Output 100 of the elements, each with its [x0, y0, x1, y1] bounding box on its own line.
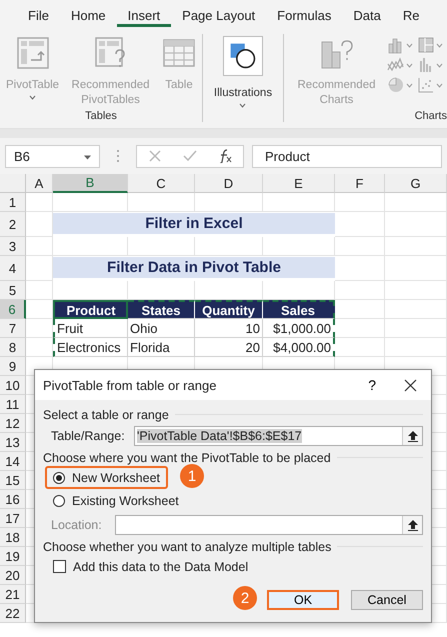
column-header[interactable]: A: [26, 174, 53, 193]
sheet-cell[interactable]: [385, 281, 447, 300]
sheet-cell[interactable]: [53, 237, 128, 256]
sheet-cell[interactable]: [335, 256, 385, 281]
help-button[interactable]: ?: [366, 377, 378, 393]
sheet-cell[interactable]: [263, 237, 335, 256]
ribbon-tab[interactable]: File: [17, 0, 60, 30]
sheet-cell[interactable]: [53, 193, 128, 212]
column-heading: Sales: [263, 300, 335, 319]
sheet-cell[interactable]: [385, 193, 447, 212]
column-heading: States: [128, 300, 195, 319]
sheet-cell[interactable]: [335, 281, 385, 300]
row-header[interactable]: 14: [0, 452, 26, 471]
sheet-cell[interactable]: [195, 193, 263, 212]
row-header[interactable]: 16: [0, 490, 26, 509]
sheet-cell[interactable]: [26, 193, 53, 212]
sheet-cell[interactable]: [26, 338, 53, 357]
sheet-cell[interactable]: [335, 212, 385, 237]
select-all-corner[interactable]: [0, 174, 26, 193]
checkbox[interactable]: [53, 560, 66, 573]
radio-button[interactable]: [53, 494, 65, 506]
row-header[interactable]: 15: [0, 471, 26, 490]
ribbon-tab[interactable]: Re: [392, 0, 430, 30]
row-header[interactable]: 11: [0, 395, 26, 414]
sheet-cell[interactable]: [26, 319, 53, 338]
column-header[interactable]: D: [195, 174, 263, 193]
row-header[interactable]: 21: [0, 585, 26, 604]
collapse-button[interactable]: [402, 516, 422, 534]
column-header[interactable]: C: [128, 174, 195, 193]
row-header[interactable]: 5: [0, 281, 26, 300]
table-cell: $4,000.00: [263, 338, 335, 357]
field-label: Location:: [51, 518, 103, 532]
close-icon[interactable]: [404, 378, 417, 392]
scatter-chart-icon: [417, 76, 443, 94]
checkbox-label[interactable]: Add this data to the Data Model: [73, 560, 248, 574]
grip-icon: [116, 149, 120, 163]
option-label[interactable]: New Worksheet: [72, 470, 160, 484]
dialog-button[interactable]: OK: [267, 590, 339, 610]
row-header[interactable]: 10: [0, 376, 26, 395]
row-header[interactable]: 4: [0, 256, 26, 281]
table-cell: Florida: [128, 338, 195, 357]
row-header[interactable]: 7: [0, 319, 26, 338]
ribbon-button[interactable]: Illustrations: [212, 34, 274, 110]
row-header[interactable]: 6: [0, 300, 26, 319]
option-label[interactable]: Existing Worksheet: [72, 494, 179, 508]
formula-field[interactable]: Product: [252, 144, 442, 168]
sheet-cell[interactable]: [335, 193, 385, 212]
ribbon-tab[interactable]: Formulas: [266, 0, 342, 30]
row-header[interactable]: 2: [0, 212, 26, 237]
sheet-cell[interactable]: [335, 338, 385, 357]
step-number: 2: [233, 586, 257, 610]
location-field[interactable]: [115, 515, 423, 535]
sheet-cell[interactable]: [195, 237, 263, 256]
upload-icon: [408, 430, 418, 442]
cancel-icon: [148, 149, 162, 163]
ribbon-tab[interactable]: Insert: [116, 0, 172, 30]
ribbon-tab[interactable]: Data: [342, 0, 392, 30]
row-header[interactable]: 20: [0, 566, 26, 585]
sheet-cell[interactable]: [335, 319, 385, 338]
ribbon-tab[interactable]: Home: [60, 0, 117, 30]
sheet-cell[interactable]: [385, 256, 447, 281]
column-chart-icon: [387, 36, 413, 54]
ribbon-tab[interactable]: Page Layout: [171, 0, 266, 30]
row-header[interactable]: 19: [0, 547, 26, 566]
shapes-icon: [222, 36, 263, 76]
dialog-title: PivotTable from table or range: [43, 378, 218, 392]
table-cell: 20: [195, 338, 263, 357]
row-header[interactable]: 13: [0, 433, 26, 452]
sheet-cell[interactable]: [385, 237, 447, 256]
collapse-button[interactable]: [402, 427, 422, 445]
sheet-cell[interactable]: [26, 281, 53, 300]
sheet-cell[interactable]: [263, 193, 335, 212]
row-header[interactable]: 22: [0, 604, 26, 623]
column-header[interactable]: G: [385, 174, 447, 193]
row-header[interactable]: 8: [0, 338, 26, 357]
sheet-cell[interactable]: [385, 319, 447, 338]
sheet-cell[interactable]: [335, 237, 385, 256]
column-header[interactable]: F: [335, 174, 385, 193]
range-field[interactable]: 'PivotTable Data'!$B$6:$E$17: [134, 426, 423, 446]
sheet-cell[interactable]: [385, 300, 447, 319]
table-cell: Fruit: [53, 319, 128, 338]
section-heading: Choose whether you want to analyze multiple tables: [43, 540, 332, 554]
sheet-cell[interactable]: [385, 212, 447, 237]
sheet-cell[interactable]: [335, 300, 385, 319]
column-header[interactable]: B: [53, 174, 128, 193]
row-header[interactable]: 18: [0, 528, 26, 547]
sheet-cell[interactable]: [26, 237, 53, 256]
sheet-cell[interactable]: [128, 237, 195, 256]
row-header[interactable]: 3: [0, 237, 26, 256]
row-header[interactable]: 1: [0, 193, 26, 212]
sheet-cell[interactable]: [385, 338, 447, 357]
dialog-button[interactable]: Cancel: [351, 590, 423, 610]
row-header[interactable]: 17: [0, 509, 26, 528]
name-box[interactable]: B6: [5, 144, 100, 168]
sheet-cell[interactable]: [128, 193, 195, 212]
column-header[interactable]: E: [263, 174, 335, 193]
radio-button[interactable]: [53, 472, 65, 484]
row-header[interactable]: 9: [0, 357, 26, 376]
function-icon: [218, 149, 232, 163]
row-header[interactable]: 12: [0, 414, 26, 433]
